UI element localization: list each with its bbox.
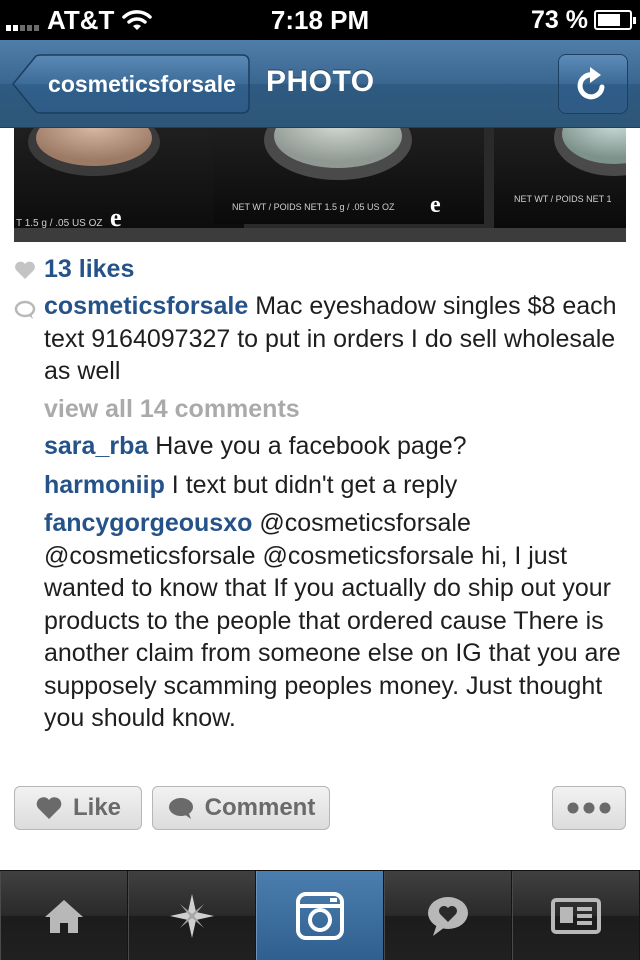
navigation-bar: cosmeticsforsale PHOTO <box>0 40 640 128</box>
like-button-label: Like <box>72 794 122 821</box>
comment-username[interactable]: harmoniip <box>44 471 165 499</box>
likes-count[interactable]: 13 likes <box>44 252 134 286</box>
back-button-label: cosmeticsforsale <box>48 71 236 97</box>
photo-label-text: NET WT / POIDS NET 1 <box>514 194 612 204</box>
caption-username[interactable]: cosmeticsforsale <box>44 292 248 320</box>
back-button[interactable]: cosmeticsforsale <box>12 54 250 114</box>
refresh-button[interactable] <box>558 54 628 114</box>
like-button[interactable]: Like <box>14 786 142 830</box>
svg-text:e: e <box>430 192 441 218</box>
more-options-button[interactable] <box>552 786 626 830</box>
comment-text: Have you a facebook page? <box>155 432 467 460</box>
tab-bar <box>0 870 640 960</box>
eyeshadow-photo: T 1.5 g / .05 US OZ e NET WT / POIDS NET… <box>14 128 626 242</box>
refresh-icon <box>577 67 605 100</box>
comment-bubble-icon <box>14 300 36 319</box>
tab-camera[interactable] <box>256 871 384 960</box>
comment-item: sara_rba Have you a facebook page? <box>44 430 626 463</box>
home-icon <box>45 899 83 933</box>
comment-username[interactable]: sara_rba <box>44 432 148 460</box>
ellipsis-icon <box>567 802 611 814</box>
heart-icon <box>36 797 62 819</box>
explore-icon <box>170 893 214 938</box>
comment-text: I text but didn't get a reply <box>171 471 458 499</box>
tab-home[interactable] <box>0 871 128 960</box>
comment-item: fancygorgeousxo @cosmeticsforsale @cosme… <box>44 507 626 735</box>
comment-item: harmoniip I text but didn't get a reply <box>44 469 626 502</box>
profile-icon <box>551 897 601 934</box>
likes-row[interactable]: 13 likes <box>14 252 626 288</box>
heart-icon <box>15 261 35 279</box>
status-bar: AT&T 7:18 PM 73 % <box>0 0 640 40</box>
photo-label-text: NET WT / POIDS NET 1.5 g / .05 US OZ <box>232 202 395 212</box>
tab-explore[interactable] <box>128 871 256 960</box>
battery-icon <box>594 10 636 30</box>
news-icon <box>428 896 468 936</box>
comment-button-label: Comment <box>204 794 316 821</box>
view-all-comments-link[interactable]: view all 14 comments <box>44 394 300 424</box>
comment-username[interactable]: fancygorgeousxo <box>44 509 252 537</box>
comment-text: @cosmeticsforsale @cosmeticsforsale @cos… <box>44 509 621 732</box>
photo-label-text: T 1.5 g / .05 US OZ <box>16 218 103 229</box>
tab-news[interactable] <box>384 871 512 960</box>
post-photo[interactable]: T 1.5 g / .05 US OZ e NET WT / POIDS NET… <box>14 128 626 242</box>
battery-percent: 73 % <box>531 5 588 34</box>
page-title: PHOTO <box>266 65 375 98</box>
comment-bubble-icon <box>168 798 193 819</box>
svg-text:e: e <box>110 203 122 232</box>
comment-button[interactable]: Comment <box>152 786 330 830</box>
tab-profile[interactable] <box>512 871 640 960</box>
camera-icon <box>296 891 344 940</box>
